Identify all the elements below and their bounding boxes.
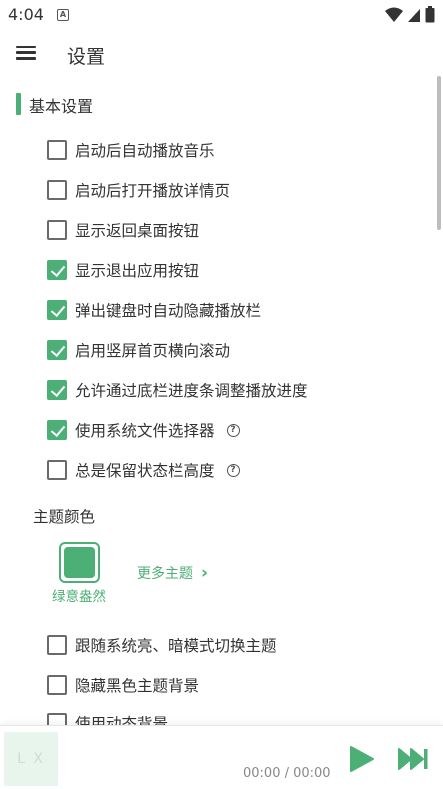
option-label: 启用竖屏首页横向滚动 bbox=[75, 342, 231, 360]
option-auto-play[interactable]: 启动后自动播放音乐 bbox=[47, 137, 215, 163]
battery-icon bbox=[425, 6, 435, 23]
option-label: 允许通过底栏进度条调整播放进度 bbox=[75, 382, 308, 400]
option-label: 启动后自动播放音乐 bbox=[75, 142, 215, 160]
option-label: 使用系统文件选择器 bbox=[75, 422, 215, 440]
help-icon[interactable]: ? bbox=[226, 423, 240, 437]
option-horizontal-scroll[interactable]: 启用竖屏首页横向滚动 bbox=[47, 337, 230, 363]
checkbox[interactable] bbox=[47, 460, 67, 480]
theme-swatch-green[interactable] bbox=[59, 542, 100, 583]
option-label: 启动后打开播放详情页 bbox=[75, 182, 231, 200]
page-title: 设置 bbox=[67, 46, 106, 68]
option-label: 显示返回桌面按钮 bbox=[75, 222, 200, 240]
checkbox[interactable] bbox=[47, 675, 67, 695]
help-icon[interactable]: ? bbox=[226, 463, 240, 477]
play-icon[interactable] bbox=[346, 744, 376, 774]
status-bar: 4:04 A bbox=[0, 0, 443, 30]
checkbox[interactable] bbox=[47, 635, 67, 655]
checkbox[interactable] bbox=[47, 220, 67, 240]
option-keep-statusbar-height[interactable]: 总是保留状态栏高度 ? bbox=[47, 457, 240, 483]
more-themes-link[interactable]: 更多主题 › bbox=[137, 563, 208, 583]
option-seek-via-progress[interactable]: 允许通过底栏进度条调整播放进度 bbox=[47, 377, 308, 403]
notification-a-icon: A bbox=[57, 9, 69, 21]
option-label: 显示退出应用按钮 bbox=[75, 262, 200, 280]
section-accent-bar bbox=[16, 93, 21, 115]
checkbox[interactable] bbox=[47, 140, 67, 160]
theme-color-title: 主题颜色 bbox=[33, 508, 96, 526]
checkbox-checked[interactable] bbox=[47, 420, 67, 440]
option-open-detail[interactable]: 启动后打开播放详情页 bbox=[47, 177, 230, 203]
checkbox[interactable] bbox=[47, 180, 67, 200]
status-time: 4:04 bbox=[8, 5, 44, 24]
option-label: 弹出键盘时自动隐藏播放栏 bbox=[75, 302, 262, 320]
option-label: 总是保留状态栏高度 bbox=[75, 462, 215, 480]
chevron-right-icon: › bbox=[201, 563, 209, 583]
option-system-file-picker[interactable]: 使用系统文件选择器 ? bbox=[47, 417, 240, 443]
theme-name: 绿意盎然 bbox=[52, 589, 106, 605]
status-icons bbox=[385, 6, 435, 23]
checkbox-checked[interactable] bbox=[47, 300, 67, 320]
option-exit-button[interactable]: 显示退出应用按钮 bbox=[47, 257, 199, 283]
scrollbar[interactable] bbox=[437, 76, 441, 230]
app-bar: 设置 bbox=[0, 30, 443, 78]
option-follow-system-theme[interactable]: 跟随系统亮、暗模式切换主题 bbox=[47, 632, 277, 658]
more-themes-label: 更多主题 bbox=[137, 566, 193, 582]
option-label: 跟随系统亮、暗模式切换主题 bbox=[75, 637, 277, 655]
section-title: 基本设置 bbox=[29, 97, 94, 116]
signal-icon bbox=[408, 8, 420, 22]
album-cover[interactable]: L X bbox=[4, 732, 58, 786]
menu-icon[interactable] bbox=[14, 42, 42, 66]
checkbox-checked[interactable] bbox=[47, 260, 67, 280]
skip-next-icon[interactable] bbox=[397, 746, 429, 772]
option-hide-black-bg[interactable]: 隐藏黑色主题背景 bbox=[47, 672, 199, 698]
option-label: 隐藏黑色主题背景 bbox=[75, 677, 200, 695]
play-time: 00:00 / 00:00 bbox=[243, 766, 331, 781]
option-back-home-button[interactable]: 显示返回桌面按钮 bbox=[47, 217, 199, 243]
wifi-icon bbox=[385, 7, 403, 22]
checkbox-checked[interactable] bbox=[47, 380, 67, 400]
player-bar: L X 00:00 / 00:00 bbox=[0, 725, 443, 789]
checkbox-checked[interactable] bbox=[47, 340, 67, 360]
option-hide-player-on-keyboard[interactable]: 弹出键盘时自动隐藏播放栏 bbox=[47, 297, 261, 323]
